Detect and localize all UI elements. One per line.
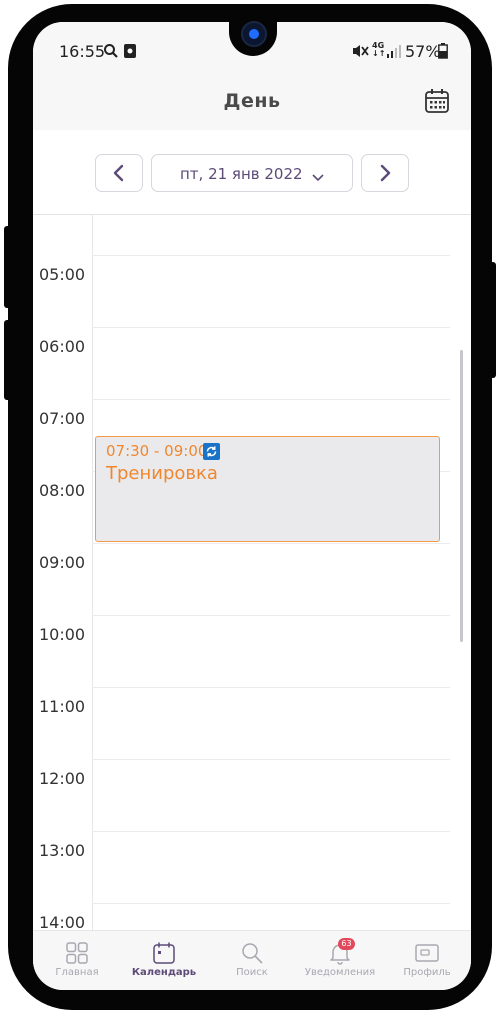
notification-badge: 63 [338,938,355,950]
chevron-left-icon [113,164,124,182]
date-navigation: пт, 21 янв 2022 [33,130,471,215]
mute-icon [351,43,369,63]
event-card[interactable]: 07:30 - 09:00 Тренировка [95,436,440,542]
tab-calendar[interactable]: Календарь [120,931,208,990]
hour-row[interactable]: 11:00 [33,687,471,759]
tab-label: Уведомления [304,967,376,978]
profile-card-icon [415,944,439,962]
app-header: День [33,80,471,130]
volume-button [4,226,12,308]
search-status-icon [103,43,119,63]
tab-label: Календарь [131,967,197,978]
tab-home[interactable]: Главная [33,931,121,990]
battery-level: 57% [405,42,441,61]
battery-icon [438,43,448,63]
status-time: 16:55 [59,42,106,61]
tab-label: Поиск [236,967,268,978]
hour-row[interactable]: 06:00 [33,327,471,399]
hour-row[interactable]: 13:00 [33,831,471,903]
hour-label: 10:00 [39,625,86,644]
hour-label: 09:00 [39,553,86,572]
hour-row[interactable]: 10:00 [33,615,471,687]
bottom-navigation: Главная Календарь Поиск Уведомления Проф… [33,930,471,990]
tab-profile[interactable]: Профиль [383,931,471,990]
hour-row[interactable]: 12:00 [33,759,471,831]
hour-label: 07:00 [39,409,86,428]
chevron-down-icon [311,167,325,186]
prev-day-button[interactable] [95,154,143,192]
hour-label: 05:00 [39,265,86,284]
power-button [488,262,496,378]
tab-label: Профиль [403,967,451,978]
tab-label: Главная [55,967,99,978]
hour-row[interactable]: 05:00 [33,255,471,327]
hour-label: 13:00 [39,841,86,860]
repeat-icon [203,443,220,460]
hour-row[interactable]: 14:00 [33,903,471,933]
signal-icon [387,43,401,63]
side-button [4,320,12,400]
hour-label: 11:00 [39,697,86,716]
chevron-right-icon [380,164,391,182]
search-icon [242,943,263,964]
hour-label: 08:00 [39,481,86,500]
date-picker-button[interactable]: пт, 21 янв 2022 [151,154,353,192]
tab-search[interactable]: Поиск [208,931,296,990]
day-schedule[interactable]: 05:00 06:00 07:00 08:00 09:00 10:00 11:0… [33,215,471,933]
home-grid-icon [66,942,88,964]
event-title: Тренировка [106,463,218,484]
page-title: День [223,90,281,112]
hour-label: 12:00 [39,769,86,788]
notification-status-icon [123,43,137,63]
calendar-grid-icon[interactable] [424,88,452,116]
calendar-icon [153,942,175,964]
app-screen: 16:55 4G ↓↑ 57% День пт, 21 янв 2022 05:… [33,22,471,990]
scrollbar[interactable] [460,350,463,642]
event-time: 07:30 - 09:00 [106,442,208,460]
hour-label: 06:00 [39,337,86,356]
network-4g-icon: 4G ↓↑ [372,41,386,58]
hour-row[interactable]: 09:00 [33,543,471,615]
current-date: пт, 21 янв 2022 [180,165,303,183]
hour-row [33,215,471,255]
next-day-button[interactable] [361,154,409,192]
